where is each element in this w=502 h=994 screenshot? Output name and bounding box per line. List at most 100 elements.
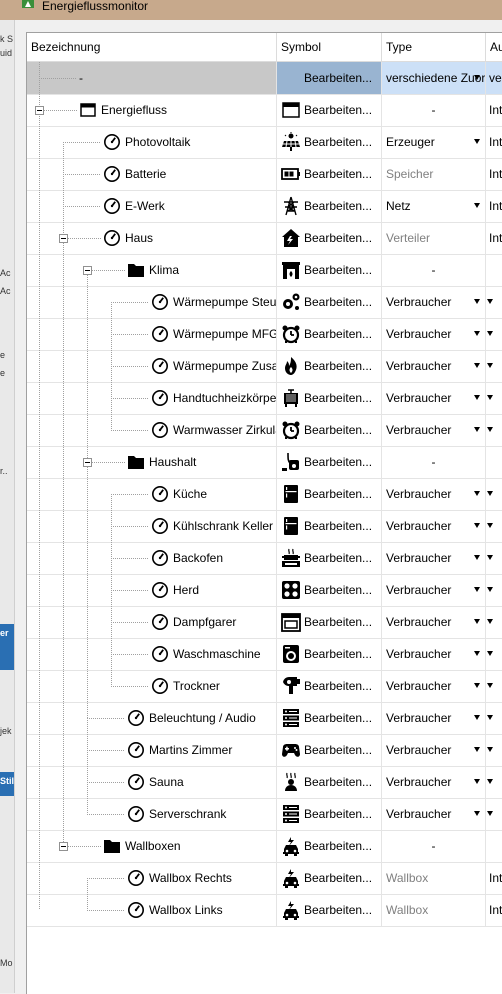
- column-4-cell[interactable]: [486, 574, 502, 606]
- column-4-cell[interactable]: [486, 510, 502, 542]
- type-select[interactable]: Verbraucher: [382, 382, 486, 414]
- name-cell[interactable]: Backofen: [27, 542, 277, 574]
- symbol-cell[interactable]: Bearbeiten...: [277, 478, 382, 510]
- symbol-cell[interactable]: Bearbeiten...: [277, 894, 382, 926]
- name-cell[interactable]: Serverschrank: [27, 798, 277, 830]
- edit-symbol-button[interactable]: Bearbeiten...: [304, 254, 372, 286]
- chevron-down-icon[interactable]: [474, 331, 480, 336]
- symbol-cell[interactable]: Bearbeiten...: [277, 574, 382, 606]
- name-cell[interactable]: Haushalt: [27, 446, 277, 478]
- symbol-cell[interactable]: Bearbeiten...: [277, 190, 382, 222]
- symbol-cell[interactable]: Bearbeiten...: [277, 638, 382, 670]
- symbol-cell[interactable]: Bearbeiten...: [277, 158, 382, 190]
- chevron-down-icon[interactable]: [474, 75, 480, 80]
- chevron-down-icon[interactable]: [474, 523, 480, 528]
- edit-symbol-button[interactable]: Bearbeiten...: [304, 894, 372, 926]
- type-select[interactable]: Verbraucher: [382, 414, 486, 446]
- symbol-cell[interactable]: Bearbeiten...: [277, 606, 382, 638]
- chevron-down-icon[interactable]: [487, 331, 493, 336]
- tree-row[interactable]: Herd Bearbeiten... Verbraucher: [27, 574, 502, 607]
- chevron-down-icon[interactable]: [474, 619, 480, 624]
- type-select[interactable]: Verbraucher: [382, 542, 486, 574]
- tree-row[interactable]: Wallboxen Bearbeiten... -: [27, 830, 502, 863]
- chevron-down-icon[interactable]: [487, 715, 493, 720]
- chevron-down-icon[interactable]: [474, 683, 480, 688]
- type-select[interactable]: Verbraucher: [382, 702, 486, 734]
- name-cell[interactable]: Wärmepumpe Steuerung: [27, 286, 277, 318]
- name-cell[interactable]: Waschmaschine: [27, 638, 277, 670]
- chevron-down-icon[interactable]: [474, 811, 480, 816]
- edit-symbol-button[interactable]: Bearbeiten...: [304, 798, 372, 830]
- chevron-down-icon[interactable]: [487, 683, 493, 688]
- chevron-down-icon[interactable]: [487, 779, 493, 784]
- chevron-down-icon[interactable]: [474, 747, 480, 752]
- tree-row[interactable]: Handtuchheizkörper Bearbeiten... Verbrauch…: [27, 382, 502, 415]
- chevron-down-icon[interactable]: [487, 747, 493, 752]
- column-4-cell[interactable]: [486, 350, 502, 382]
- tree-row[interactable]: Martins Zimmer Bearbeiten... Verbraucher: [27, 734, 502, 767]
- type-select[interactable]: Verbraucher: [382, 286, 486, 318]
- symbol-cell[interactable]: Bearbeiten...: [277, 862, 382, 894]
- type-select[interactable]: Verbraucher: [382, 766, 486, 798]
- name-cell[interactable]: Wallbox Rechts: [27, 862, 277, 894]
- edit-symbol-button[interactable]: Bearbeiten...: [304, 542, 372, 574]
- tree-row[interactable]: Trockner Bearbeiten... Verbraucher: [27, 670, 502, 703]
- name-cell[interactable]: Küche: [27, 478, 277, 510]
- edit-symbol-button[interactable]: Bearbeiten...: [304, 62, 372, 94]
- edit-symbol-button[interactable]: Bearbeiten...: [304, 126, 372, 158]
- column-4-cell[interactable]: [486, 766, 502, 798]
- tree-row[interactable]: - Bearbeiten... verschiedene Zuordnungenve: [27, 62, 502, 95]
- symbol-cell[interactable]: Bearbeiten...: [277, 254, 382, 286]
- name-cell[interactable]: Warmwasser Zirkulation: [27, 414, 277, 446]
- symbol-cell[interactable]: Bearbeiten...: [277, 286, 382, 318]
- edit-symbol-button[interactable]: Bearbeiten...: [304, 606, 372, 638]
- name-cell[interactable]: Energiefluss: [27, 94, 277, 126]
- name-cell[interactable]: Handtuchheizkörper: [27, 382, 277, 414]
- symbol-cell[interactable]: Bearbeiten...: [277, 542, 382, 574]
- name-cell[interactable]: Klima: [27, 254, 277, 286]
- edit-symbol-button[interactable]: Bearbeiten...: [304, 510, 372, 542]
- edit-symbol-button[interactable]: Bearbeiten...: [304, 478, 372, 510]
- type-select[interactable]: Verbraucher: [382, 798, 486, 830]
- type-select[interactable]: Netz: [382, 190, 486, 222]
- column-4-cell[interactable]: [486, 670, 502, 702]
- collapse-toggle[interactable]: [83, 458, 92, 467]
- chevron-down-icon[interactable]: [487, 523, 493, 528]
- chevron-down-icon[interactable]: [487, 299, 493, 304]
- header-column-4[interactable]: Au: [486, 33, 502, 61]
- symbol-cell[interactable]: Bearbeiten...: [277, 830, 382, 862]
- chevron-down-icon[interactable]: [487, 363, 493, 368]
- chevron-down-icon[interactable]: [474, 715, 480, 720]
- chevron-down-icon[interactable]: [487, 619, 493, 624]
- symbol-cell[interactable]: Bearbeiten...: [277, 670, 382, 702]
- column-4-cell[interactable]: [486, 542, 502, 574]
- column-4-cell[interactable]: [486, 286, 502, 318]
- tree-row[interactable]: Wallbox Rechts Bearbeiten... Wallbox Int: [27, 862, 502, 895]
- symbol-cell[interactable]: Bearbeiten...: [277, 766, 382, 798]
- name-cell[interactable]: Beleuchtung / Audio: [27, 702, 277, 734]
- symbol-cell[interactable]: Bearbeiten...: [277, 318, 382, 350]
- chevron-down-icon[interactable]: [474, 299, 480, 304]
- symbol-cell[interactable]: Bearbeiten...: [277, 94, 382, 126]
- edit-symbol-button[interactable]: Bearbeiten...: [304, 190, 372, 222]
- tree-row[interactable]: Dampfgarer Bearbeiten... Verbraucher: [27, 606, 502, 639]
- tree-row[interactable]: Haushalt Bearbeiten... -: [27, 446, 502, 479]
- column-4-cell[interactable]: [486, 638, 502, 670]
- symbol-cell[interactable]: Bearbeiten...: [277, 222, 382, 254]
- collapse-toggle[interactable]: [35, 106, 44, 115]
- edit-symbol-button[interactable]: Bearbeiten...: [304, 734, 372, 766]
- tree-row[interactable]: Photovoltaik Bearbeiten... Erzeuger Int: [27, 126, 502, 159]
- symbol-cell[interactable]: Bearbeiten...: [277, 350, 382, 382]
- edit-symbol-button[interactable]: Bearbeiten...: [304, 286, 372, 318]
- tree-row[interactable]: Wärmepumpe MFG Bearbeiten... Verbraucher: [27, 318, 502, 351]
- chevron-down-icon[interactable]: [474, 363, 480, 368]
- name-cell[interactable]: Martins Zimmer: [27, 734, 277, 766]
- name-cell[interactable]: Wärmepumpe MFG: [27, 318, 277, 350]
- name-cell[interactable]: -: [27, 62, 277, 94]
- symbol-cell[interactable]: Bearbeiten...: [277, 510, 382, 542]
- type-select[interactable]: verschiedene Zuordnungen: [382, 62, 486, 94]
- tree-row[interactable]: Küche Bearbeiten... Verbraucher: [27, 478, 502, 511]
- edit-symbol-button[interactable]: Bearbeiten...: [304, 638, 372, 670]
- column-4-cell[interactable]: [486, 734, 502, 766]
- chevron-down-icon[interactable]: [487, 587, 493, 592]
